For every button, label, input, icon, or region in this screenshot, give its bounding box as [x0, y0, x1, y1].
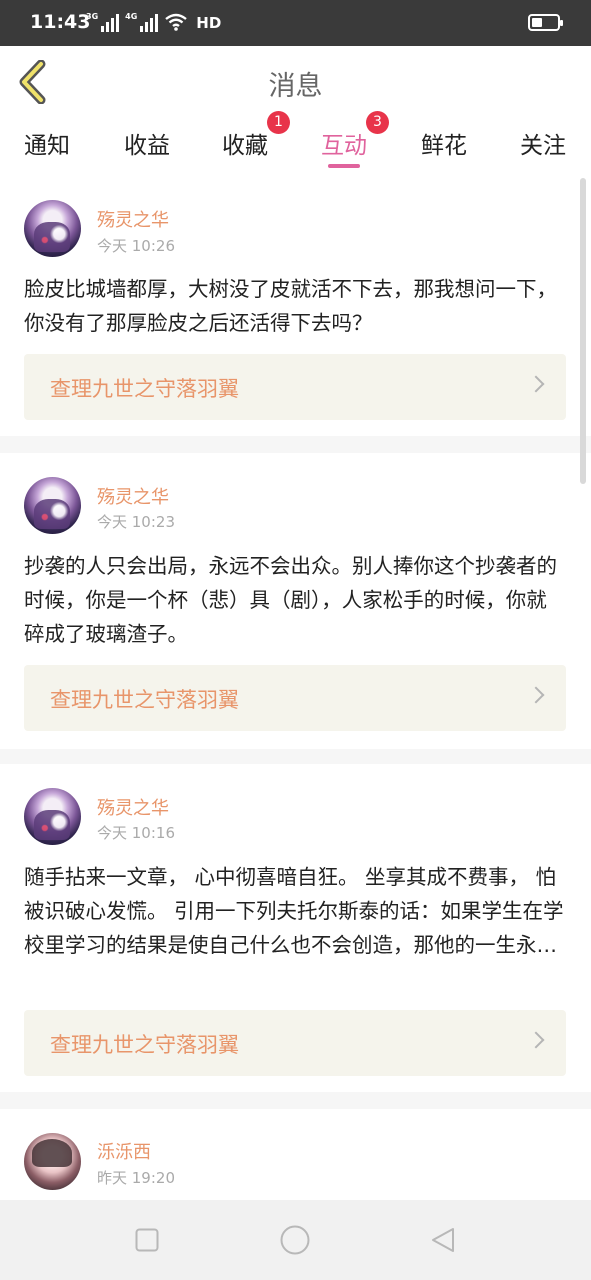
user-name[interactable]: 殇灵之华: [97, 794, 169, 820]
user-name[interactable]: 殇灵之华: [97, 206, 169, 232]
message-card: 殇灵之华 今天 10:16 随手拈来一文章， 心中彻喜暗自狂。 坐享其成不费事，…: [0, 764, 591, 1092]
signal-icon-2: 4G: [125, 12, 159, 32]
hd-label: HD: [196, 14, 222, 32]
tab-earnings[interactable]: 收益: [124, 126, 170, 160]
signal-icon: 3G: [86, 12, 120, 32]
post-time: 今天 10:26: [97, 237, 175, 255]
avatar[interactable]: [24, 200, 81, 257]
tab-notifications[interactable]: 通知: [24, 126, 70, 160]
referenced-book-title: 查理九世之守落羽翼: [50, 688, 239, 712]
scrollbar[interactable]: [580, 178, 586, 484]
active-tab-indicator: [328, 164, 360, 168]
status-icons: 3G 4G HD: [86, 12, 221, 32]
chevron-right-icon: [527, 1031, 545, 1049]
user-name[interactable]: 泺泺西: [97, 1138, 151, 1164]
wifi-icon: [165, 13, 188, 31]
message-content: 脸皮比城墙都厚，大树没了皮就活不下去，那我想问一下，你没有了那厚脸皮之后还活得下…: [24, 277, 557, 335]
message-card: 殇灵之华 今天 10:26 脸皮比城墙都厚，大树没了皮就活不下去，那我想问一下，…: [0, 174, 591, 436]
message-card: 泺泺西 昨天 19:20: [0, 1109, 591, 1200]
post-time: 昨天 19:20: [97, 1169, 175, 1187]
network-3g-label: 3G: [86, 12, 99, 21]
referenced-book-link[interactable]: 查理九世之守落羽翼: [24, 354, 566, 420]
user-name[interactable]: 殇灵之华: [97, 483, 169, 509]
status-time: 11:43: [30, 11, 91, 33]
page-title: 消息: [268, 71, 323, 102]
tab-following[interactable]: 关注: [520, 126, 566, 160]
post-time: 今天 10:23: [97, 513, 175, 531]
referenced-book-link[interactable]: 查理九世之守落羽翼: [24, 665, 566, 731]
avatar[interactable]: [24, 477, 81, 534]
square-icon[interactable]: [135, 1228, 159, 1252]
post-time: 今天 10:16: [97, 824, 175, 842]
chevron-right-icon: [527, 686, 545, 704]
message-content: 抄袭的人只会出局，永远不会出众。别人捧你这个抄袭者的时候，你是一个杯（悲）具（剧…: [24, 554, 557, 646]
circle-icon[interactable]: [280, 1225, 310, 1255]
header: 消息: [0, 46, 591, 116]
status-bar: 11:43 3G 4G HD: [0, 0, 591, 46]
tab-bar: 通知 收益 收藏 1 互动 3 鲜花 关注: [0, 111, 591, 174]
tab-flowers[interactable]: 鲜花: [421, 126, 467, 160]
interactions-badge: 3: [366, 111, 389, 134]
chevron-right-icon: [527, 375, 545, 393]
tab-interactions[interactable]: 互动: [321, 126, 367, 160]
message-feed[interactable]: 殇灵之华 今天 10:26 脸皮比城墙都厚，大树没了皮就活不下去，那我想问一下，…: [0, 174, 591, 1200]
avatar[interactable]: [24, 788, 81, 845]
referenced-book-title: 查理九世之守落羽翼: [50, 377, 239, 401]
message-content: 随手拈来一文章， 心中彻喜暗自狂。 坐享其成不费事， 怕被识破心发慌。 引用一下…: [24, 865, 564, 957]
triangle-back-icon[interactable]: [430, 1227, 456, 1253]
avatar[interactable]: [24, 1133, 81, 1190]
network-4g-label: 4G: [125, 12, 138, 21]
referenced-book-title: 查理九世之守落羽翼: [50, 1033, 239, 1057]
favorites-badge: 1: [267, 111, 290, 134]
system-nav-bar: [0, 1200, 591, 1280]
battery-level: [532, 18, 542, 27]
tab-favorites[interactable]: 收藏: [222, 126, 268, 160]
battery-icon: [528, 14, 563, 31]
referenced-book-link[interactable]: 查理九世之守落羽翼: [24, 1010, 566, 1076]
message-card: 殇灵之华 今天 10:23 抄袭的人只会出局，永远不会出众。别人捧你这个抄袭者的…: [0, 453, 591, 749]
